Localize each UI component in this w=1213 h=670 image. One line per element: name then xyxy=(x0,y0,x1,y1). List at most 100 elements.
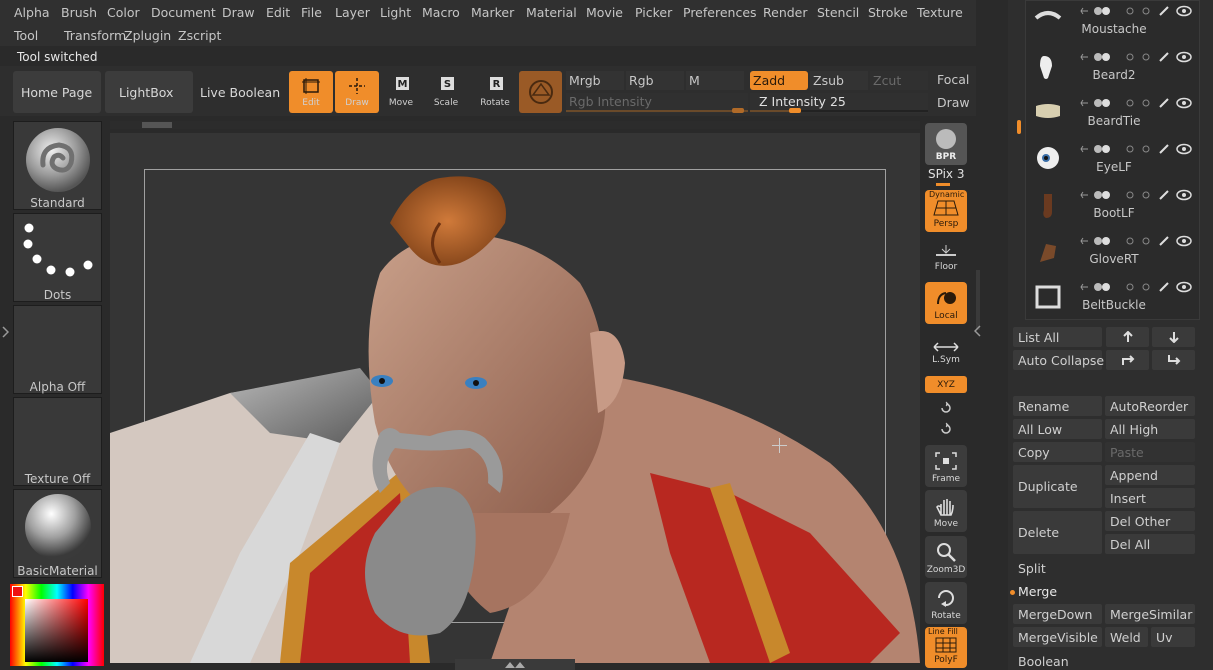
subtool-toggle-icons[interactable] xyxy=(1080,51,1194,63)
rgb-intensity-knob[interactable] xyxy=(732,108,744,113)
split-section[interactable]: Split xyxy=(1018,561,1046,576)
uv-button[interactable]: Uv xyxy=(1151,627,1195,647)
insert-button[interactable]: Insert xyxy=(1105,488,1195,508)
menu-layer[interactable]: Layer xyxy=(335,5,370,20)
texture-slot[interactable]: Texture Off xyxy=(13,397,102,486)
scale-tool-button[interactable]: S Scale xyxy=(424,71,468,113)
del-other-button[interactable]: Del Other xyxy=(1105,511,1195,531)
merge-visible-button[interactable]: MergeVisible xyxy=(1013,627,1102,647)
subtool-item-glovert[interactable]: GloveRT xyxy=(1062,252,1166,266)
merge-similar-button[interactable]: MergeSimilar xyxy=(1105,604,1195,624)
canvas-scroll-thumb[interactable] xyxy=(142,122,172,128)
bpr-button[interactable]: BPR xyxy=(925,123,967,165)
list-all-button[interactable]: List All xyxy=(1013,327,1102,347)
draw-size-label[interactable]: Draw xyxy=(937,95,970,110)
all-high-button[interactable]: All High xyxy=(1105,419,1195,439)
move-up-button[interactable] xyxy=(1106,327,1149,347)
canvas-bottom-handle[interactable] xyxy=(455,659,575,670)
menu-material[interactable]: Material xyxy=(526,5,577,20)
del-all-button[interactable]: Del All xyxy=(1105,534,1195,554)
copy-button[interactable]: Copy xyxy=(1013,442,1102,462)
menu-alpha[interactable]: Alpha xyxy=(14,5,50,20)
menu-picker[interactable]: Picker xyxy=(635,5,672,20)
glovert-thumbnail-icon[interactable] xyxy=(1034,238,1062,266)
rename-button[interactable]: Rename xyxy=(1013,396,1102,416)
subtool-item-moustache[interactable]: Moustache xyxy=(1062,22,1166,36)
move-view-button[interactable]: Move xyxy=(925,490,967,532)
persp-button[interactable]: Dynamic Persp xyxy=(925,190,967,232)
stroke-slot[interactable]: Dots xyxy=(13,213,102,302)
weld-button[interactable]: Weld xyxy=(1105,627,1148,647)
z-intensity-knob[interactable] xyxy=(788,108,801,113)
menu-marker[interactable]: Marker xyxy=(471,5,514,20)
spix-label[interactable]: SPix 3 xyxy=(928,167,964,181)
menu-transform[interactable]: Transform xyxy=(64,28,126,43)
eyelf-thumbnail-icon[interactable] xyxy=(1034,146,1062,174)
menu-zplugin[interactable]: Zplugin xyxy=(124,28,171,43)
draw-tool-button[interactable]: Draw xyxy=(335,71,379,113)
menu-movie[interactable]: Movie xyxy=(586,5,623,20)
merge-section[interactable]: Merge xyxy=(1018,584,1057,599)
move-in-button[interactable] xyxy=(1152,350,1195,370)
menu-render[interactable]: Render xyxy=(763,5,808,20)
subtool-toggle-icons[interactable] xyxy=(1080,5,1194,17)
xyz-button[interactable]: XYZ xyxy=(925,376,967,393)
rotate-tool-button[interactable]: R Rotate xyxy=(473,71,517,113)
subtool-toggle-icons[interactable] xyxy=(1080,97,1194,109)
delete-button[interactable]: Delete xyxy=(1013,511,1102,554)
menu-file[interactable]: File xyxy=(301,5,322,20)
edit-tool-button[interactable]: Edit xyxy=(289,71,333,113)
canvas-top-scrollbar[interactable] xyxy=(110,121,920,129)
subtool-toggle-icons[interactable] xyxy=(1080,235,1194,247)
merge-down-button[interactable]: MergeDown xyxy=(1013,604,1102,624)
rotate-z-icon[interactable] xyxy=(939,422,953,436)
home-page-button[interactable]: Home Page xyxy=(13,71,101,113)
menu-light[interactable]: Light xyxy=(380,5,411,20)
subtool-item-beardtie[interactable]: BeardTie xyxy=(1062,114,1166,128)
live-boolean-button[interactable]: Live Boolean xyxy=(196,71,284,113)
subtool-toggle-icons[interactable] xyxy=(1080,281,1194,293)
focal-shift-label[interactable]: Focal S xyxy=(937,72,970,87)
lsym-button[interactable]: L.Sym xyxy=(925,328,967,368)
menu-zscript[interactable]: Zscript xyxy=(178,28,221,43)
spix-slider[interactable] xyxy=(936,183,950,186)
subtool-toggle-icons[interactable] xyxy=(1080,189,1194,201)
menu-stencil[interactable]: Stencil xyxy=(817,5,859,20)
append-button[interactable]: Append xyxy=(1105,465,1195,485)
subtool-item-bootlf[interactable]: BootLF xyxy=(1062,206,1166,220)
material-slot[interactable]: BasicMaterial xyxy=(13,489,102,578)
duplicate-button[interactable]: Duplicate xyxy=(1013,465,1102,508)
subtool-toggle-icons[interactable] xyxy=(1080,143,1194,155)
polyf-button[interactable]: Line Fill PolyF xyxy=(925,627,967,668)
menu-preferences[interactable]: Preferences xyxy=(683,5,757,20)
subtool-item-beltbuckle[interactable]: BeltBuckle xyxy=(1062,298,1166,312)
auto-reorder-button[interactable]: AutoReorder xyxy=(1105,396,1195,416)
bootlf-thumbnail-icon[interactable] xyxy=(1034,192,1062,220)
subtool-item-eyelf[interactable]: EyeLF xyxy=(1062,160,1166,174)
viewport-canvas[interactable] xyxy=(110,133,920,663)
move-out-button[interactable] xyxy=(1106,350,1149,370)
menu-draw[interactable]: Draw xyxy=(222,5,255,20)
collapse-right-icon[interactable] xyxy=(974,325,982,337)
menu-color[interactable]: Color xyxy=(107,5,140,20)
menu-tool[interactable]: Tool xyxy=(14,28,38,43)
menu-macro[interactable]: Macro xyxy=(422,5,460,20)
rotate-y-icon[interactable] xyxy=(939,401,953,415)
subtool-item-beard2[interactable]: Beard2 xyxy=(1062,68,1166,82)
subtool-scrollbar[interactable] xyxy=(1017,120,1021,134)
color-picker[interactable] xyxy=(10,584,104,666)
beardtie-thumbnail-icon[interactable] xyxy=(1034,100,1062,128)
auto-collapse-button[interactable]: Auto Collapse xyxy=(1013,350,1104,370)
moustache-thumbnail-icon[interactable] xyxy=(1034,8,1062,36)
panel-resize-handle[interactable] xyxy=(976,270,980,330)
rotate-view-button[interactable]: Rotate xyxy=(925,582,967,624)
menu-edit[interactable]: Edit xyxy=(266,5,290,20)
move-tool-button[interactable]: M Move xyxy=(379,71,423,113)
beard2-thumbnail-icon[interactable] xyxy=(1034,54,1062,82)
color-picker-square[interactable] xyxy=(25,599,88,662)
zoom3d-button[interactable]: Zoom3D xyxy=(925,536,967,578)
brush-slot[interactable]: Standard xyxy=(13,121,102,210)
alpha-slot[interactable]: Alpha Off xyxy=(13,305,102,394)
floor-button[interactable]: Floor xyxy=(925,233,967,275)
menu-document[interactable]: Document xyxy=(151,5,216,20)
